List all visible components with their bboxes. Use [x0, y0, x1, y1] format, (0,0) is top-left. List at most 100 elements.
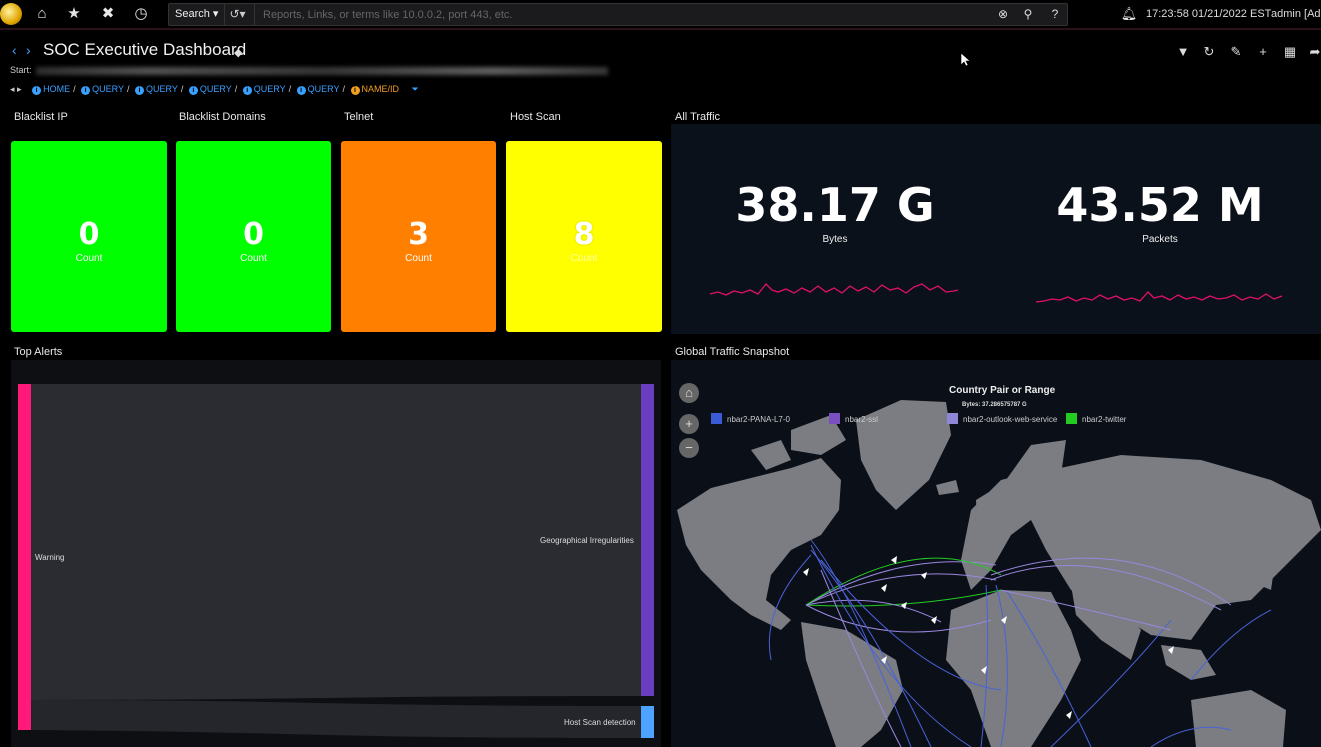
calendar-icon[interactable]: ▦: [1282, 44, 1298, 60]
crumb-label: QUERY: [307, 84, 340, 94]
node-host-scan-detection: [641, 706, 654, 738]
dashboard-header: ‹ › SOC Executive Dashboard ◆ ▼ ↻ ✎ + ▦ …: [0, 36, 1321, 64]
breadcrumb: ◂ ▸ i HOME / i QUERY / i QUERY / i QUERY / i QUER…: [10, 84, 419, 95]
packets-value: 43.52 M: [1056, 178, 1264, 232]
crumb-query-1[interactable]: i QUERY: [81, 84, 124, 95]
crumb-query-5[interactable]: i QUERY: [296, 84, 340, 95]
crumb-label: NAME/ID: [361, 84, 400, 94]
all-traffic-title: All Traffic: [675, 111, 721, 123]
bell-icon[interactable]: 🔔︎: [1120, 6, 1138, 22]
search-type-label: Search: [175, 8, 210, 20]
history-icon[interactable]: ↺▾: [221, 4, 255, 25]
tag-icon[interactable]: ◆: [234, 46, 242, 59]
packets-sparkline: [1035, 291, 1283, 303]
share-icon[interactable]: ➦: [1307, 44, 1321, 60]
tile-title-blacklist-domains: Blacklist Domains: [179, 111, 266, 123]
crumb-query-2[interactable]: i QUERY: [135, 84, 178, 95]
info-icon: i: [296, 86, 306, 95]
sankey-label-warning: Warning: [35, 553, 65, 562]
pin-icon[interactable]: ✎: [1228, 44, 1244, 60]
refresh-icon[interactable]: ↻: [1201, 44, 1217, 60]
flow-warning-hostscan: [31, 700, 641, 738]
tile-title-blacklist-ip: Blacklist IP: [14, 111, 68, 123]
tile-title-telnet: Telnet: [344, 111, 374, 123]
legend-swatch-pana[interactable]: [711, 413, 722, 424]
legend-swatch-ssl[interactable]: [829, 413, 840, 424]
node-geographical-irregularities: [641, 384, 654, 696]
search-icon[interactable]: ⚲: [1017, 4, 1039, 25]
crumb-label: QUERY: [146, 84, 178, 94]
top-alerts-sankey: [18, 384, 654, 738]
sankey-label-geo: Geographical Irregularities: [540, 536, 634, 545]
crumb-forward-icon[interactable]: ▸: [17, 84, 22, 94]
home-icon[interactable]: ⌂: [33, 6, 51, 22]
bytes-label: Bytes: [822, 234, 848, 245]
bytes-sparkline: [709, 283, 959, 296]
zoom-in-icon[interactable]: +: [679, 414, 699, 434]
tools-icon[interactable]: ✖: [99, 6, 117, 22]
query-summary-blurred: [36, 67, 608, 75]
add-icon[interactable]: +: [1255, 44, 1271, 59]
zoom-out-icon[interactable]: −: [679, 438, 699, 458]
tile-label: Count: [570, 253, 598, 264]
start-label: Start:: [10, 65, 32, 75]
top-navigation-bar: ⌂ ★ ✖ ◷ Search ▾ ↺▾ ⊗ ⚲ ? 🔔︎ 17:23:58 01…: [0, 0, 1321, 30]
legend-label-pana: nbar2-PANA-L7-0: [727, 415, 790, 424]
tile-blacklist-ip[interactable]: 0 Count: [11, 141, 167, 332]
crumb-back-icon[interactable]: ◂: [10, 84, 15, 94]
info-icon: i: [32, 86, 42, 95]
crumb-name-id[interactable]: i NAME/ID: [350, 84, 400, 95]
legend-label-ssl: nbar2-ssl: [845, 415, 878, 424]
crumb-label: HOME: [43, 84, 71, 94]
page-title: SOC Executive Dashboard: [43, 40, 247, 59]
legend-label-twitter: nbar2-twitter: [1082, 415, 1127, 424]
clear-icon[interactable]: ⊗: [992, 4, 1014, 25]
search-bar: Search ▾ ↺▾ ⊗ ⚲ ?: [168, 3, 1068, 26]
packets-label: Packets: [1142, 234, 1178, 245]
tile-value: 8: [573, 217, 595, 252]
crumb-label: QUERY: [253, 84, 286, 94]
crumb-query-3[interactable]: i QUERY: [188, 84, 232, 95]
tile-title-host-scan: Host Scan: [510, 111, 561, 123]
info-icon: i: [188, 86, 198, 95]
forward-arrow-icon[interactable]: ›: [26, 42, 31, 58]
filter-icon[interactable]: ▼: [1175, 44, 1191, 59]
tile-blacklist-domains[interactable]: 0 Count: [176, 141, 331, 332]
app-logo[interactable]: [0, 3, 22, 25]
crumb-label: QUERY: [92, 84, 124, 94]
back-arrow-icon[interactable]: ‹: [12, 42, 17, 58]
sankey-label-hostscan: Host Scan detection: [564, 718, 636, 727]
info-icon: i: [81, 86, 91, 95]
clock-icon[interactable]: ◷: [132, 6, 150, 22]
tile-host-scan[interactable]: 8 Count: [506, 141, 662, 332]
map-home-icon[interactable]: ⌂: [679, 383, 699, 403]
info-icon: i: [135, 86, 144, 95]
user-menu[interactable]: admin [Adr: [1271, 8, 1321, 20]
tile-telnet[interactable]: 3 Count: [341, 141, 496, 332]
star-icon[interactable]: ★: [65, 6, 83, 22]
mouse-cursor: [961, 53, 971, 67]
tile-label: Count: [405, 253, 432, 264]
crumb-home[interactable]: i HOME: [32, 84, 71, 95]
top-alerts-title: Top Alerts: [14, 346, 63, 358]
bytes-value: 38.17 G: [735, 178, 935, 232]
chevron-down-icon[interactable]: ⏷: [412, 84, 419, 94]
clock-display: 17:23:58 01/21/2022 EST: [1146, 8, 1272, 20]
info-icon: i: [350, 86, 360, 95]
node-warning: [18, 384, 31, 730]
tile-value: 0: [243, 217, 264, 252]
crumb-label: QUERY: [199, 84, 232, 94]
legend-subtitle: Bytes: 37.286575787 G: [962, 402, 1027, 408]
tile-value: 3: [408, 217, 429, 252]
tile-value: 0: [78, 217, 100, 252]
map-title: Global Traffic Snapshot: [675, 346, 790, 358]
legend-swatch-outlook[interactable]: [947, 413, 958, 424]
crumb-query-4[interactable]: i QUERY: [242, 84, 286, 95]
help-icon[interactable]: ?: [1044, 4, 1066, 25]
tile-label: Count: [240, 253, 267, 264]
search-input[interactable]: [257, 4, 987, 25]
tile-label: Count: [75, 253, 103, 264]
search-type-dropdown[interactable]: Search ▾: [169, 4, 226, 25]
legend-swatch-twitter[interactable]: [1066, 413, 1077, 424]
legend-title: Country Pair or Range: [949, 385, 1056, 396]
